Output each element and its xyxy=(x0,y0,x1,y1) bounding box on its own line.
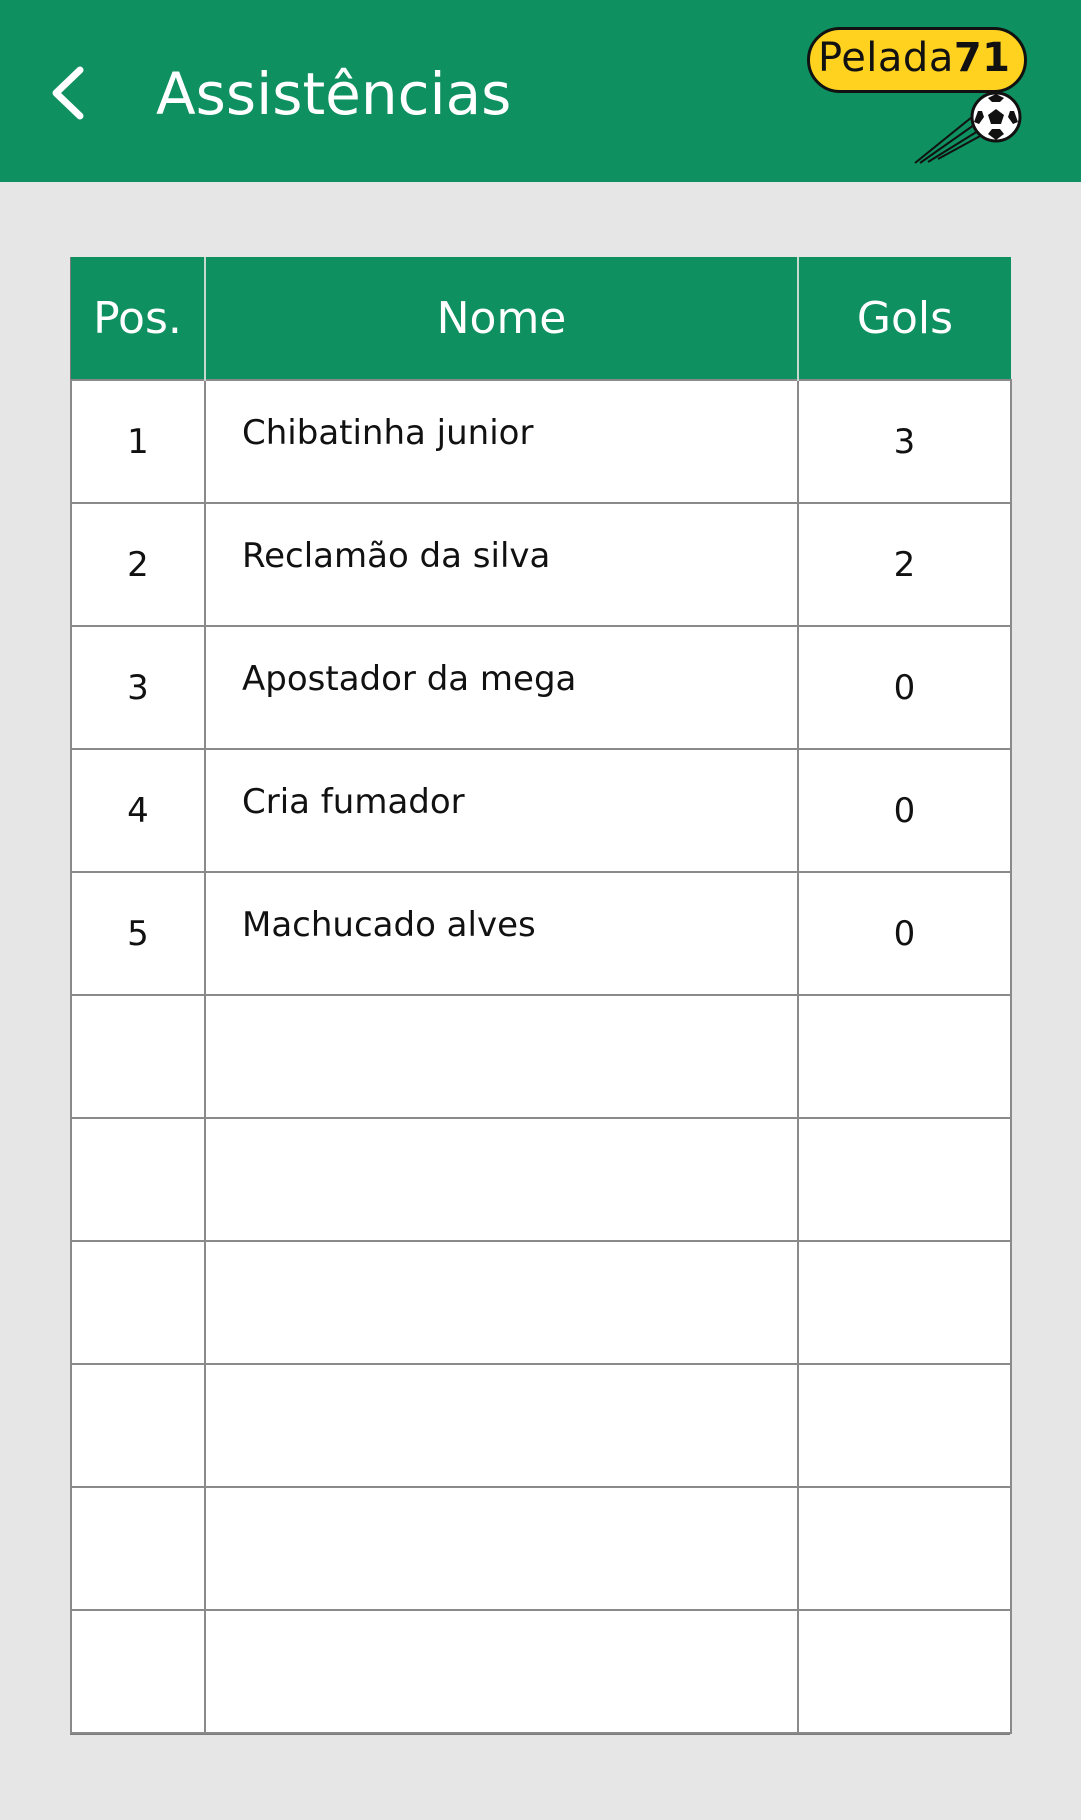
cell-nome xyxy=(204,1240,799,1365)
soccer-ball-icon xyxy=(914,91,1022,164)
cell-pos: 5 xyxy=(70,871,206,996)
ranking-table: Pos. Nome Gols 1 Chibatinha junior 3 2 R… xyxy=(70,257,1012,1734)
cell-nome: Reclamão da silva xyxy=(204,502,799,627)
cell-nome xyxy=(204,1363,799,1488)
cell-gols: 0 xyxy=(797,871,1012,996)
table-row[interactable]: 5 Machucado alves 0 xyxy=(70,871,1012,996)
cell-gols xyxy=(797,1117,1012,1242)
assists-table: Pos. Nome Gols 1 Chibatinha junior 3 2 R… xyxy=(70,257,1012,1735)
cell-nome xyxy=(204,1117,799,1242)
back-button[interactable] xyxy=(44,58,104,128)
cell-pos: 1 xyxy=(70,379,206,504)
table-row-empty xyxy=(70,1486,1012,1611)
table-header-row: Pos. Nome Gols xyxy=(71,257,1011,380)
cell-nome xyxy=(204,994,799,1119)
chevron-left-icon xyxy=(52,66,84,120)
pelada71-logo: Pelada71 xyxy=(800,22,1040,167)
cell-gols xyxy=(797,1240,1012,1365)
cell-pos: 2 xyxy=(70,502,206,627)
app-header: Assistências Pelada71 xyxy=(0,0,1081,182)
cell-pos: 3 xyxy=(70,625,206,750)
cell-pos xyxy=(70,1240,206,1365)
table-row[interactable]: 1 Chibatinha junior 3 xyxy=(70,379,1012,504)
cell-nome: Cria fumador xyxy=(204,748,799,873)
table-row-empty xyxy=(70,1363,1012,1488)
cell-pos xyxy=(70,1609,206,1734)
table-row-empty xyxy=(70,1240,1012,1365)
cell-gols: 2 xyxy=(797,502,1012,627)
page-title: Assistências xyxy=(156,60,512,128)
cell-gols: 0 xyxy=(797,748,1012,873)
cell-nome xyxy=(204,1486,799,1611)
table-row[interactable]: 2 Reclamão da silva 2 xyxy=(70,502,1012,627)
cell-gols: 3 xyxy=(797,379,1012,504)
cell-pos xyxy=(70,1117,206,1242)
cell-gols: 0 xyxy=(797,625,1012,750)
cell-nome: Chibatinha junior xyxy=(204,379,799,504)
cell-gols xyxy=(797,994,1012,1119)
cell-gols xyxy=(797,1609,1012,1734)
cell-pos xyxy=(70,1486,206,1611)
column-header-nome[interactable]: Nome xyxy=(204,257,799,380)
cell-gols xyxy=(797,1363,1012,1488)
table-row[interactable]: 4 Cria fumador 0 xyxy=(70,748,1012,873)
column-header-pos[interactable]: Pos. xyxy=(71,257,206,380)
column-header-gols[interactable]: Gols xyxy=(797,257,1011,380)
cell-gols xyxy=(797,1486,1012,1611)
cell-nome: Machucado alves xyxy=(204,871,799,996)
cell-pos xyxy=(70,1363,206,1488)
table-row-empty xyxy=(70,994,1012,1119)
table-row-empty xyxy=(70,1609,1012,1734)
cell-nome xyxy=(204,1609,799,1734)
cell-nome: Apostador da mega xyxy=(204,625,799,750)
table-row[interactable]: 3 Apostador da mega 0 xyxy=(70,625,1012,750)
cell-pos: 4 xyxy=(70,748,206,873)
cell-pos xyxy=(70,994,206,1119)
table-row-empty xyxy=(70,1117,1012,1242)
